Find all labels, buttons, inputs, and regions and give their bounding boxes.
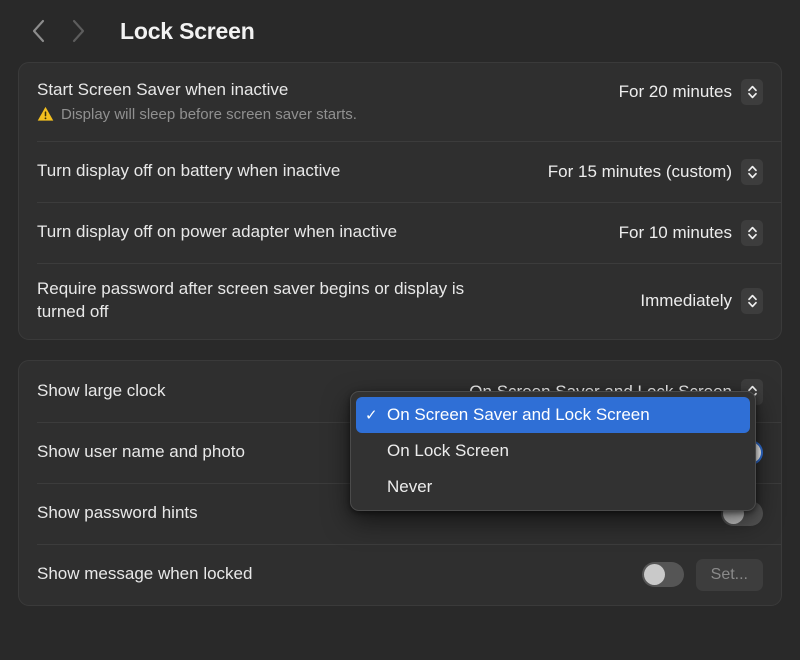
stepper-chevrons-icon (741, 288, 763, 314)
row-display-off-power-adapter: Turn display off on power adapter when i… (19, 202, 781, 263)
menu-item-on-lock-screen[interactable]: On Lock Screen (356, 433, 750, 469)
row-label: Show large clock (37, 380, 166, 403)
popup-value: For 15 minutes (custom) (548, 162, 732, 182)
toggle-knob (644, 564, 665, 585)
lock-screen-settings-pane: Lock Screen Start Screen Saver when inac… (0, 0, 800, 660)
menu-item-label: On Lock Screen (387, 441, 509, 461)
chevron-right-icon (71, 19, 86, 43)
row-label: Require password after screen saver begi… (37, 278, 497, 324)
forward-button[interactable] (58, 11, 98, 51)
row-label: Turn display off on power adapter when i… (37, 221, 397, 244)
set-message-button[interactable]: Set... (696, 559, 763, 591)
screen-saver-warning: Display will sleep before screen saver s… (37, 106, 357, 123)
message-controls: Set... (642, 559, 763, 591)
warning-text: Display will sleep before screen saver s… (61, 106, 357, 123)
back-button[interactable] (18, 11, 58, 51)
popup-value: For 10 minutes (619, 223, 732, 243)
large-clock-dropdown-menu[interactable]: ✓ On Screen Saver and Lock Screen On Loc… (350, 391, 756, 511)
stepper-chevrons-icon (741, 79, 763, 105)
popup-value: For 20 minutes (619, 82, 732, 102)
menu-item-label: Never (387, 477, 432, 497)
row-require-password: Require password after screen saver begi… (19, 263, 781, 339)
menu-item-label: On Screen Saver and Lock Screen (387, 405, 650, 425)
row-display-off-battery: Turn display off on battery when inactiv… (19, 141, 781, 202)
popup-value: Immediately (640, 291, 732, 311)
screen-saver-settings-card: Start Screen Saver when inactive Display… (18, 62, 782, 340)
row-start-screen-saver: Start Screen Saver when inactive Display… (19, 63, 781, 141)
warning-triangle-icon (37, 106, 54, 122)
stepper-chevrons-icon (741, 220, 763, 246)
row-label: Start Screen Saver when inactive (37, 79, 357, 102)
menu-item-on-screen-saver-and-lock-screen[interactable]: ✓ On Screen Saver and Lock Screen (356, 397, 750, 433)
stepper-chevrons-icon (741, 159, 763, 185)
menu-item-never[interactable]: Never (356, 469, 750, 505)
screen-saver-delay-popup[interactable]: For 20 minutes (619, 79, 763, 105)
row-label: Turn display off on battery when inactiv… (37, 160, 340, 183)
row-label: Show message when locked (37, 563, 252, 586)
show-message-toggle[interactable] (642, 562, 684, 587)
navigation-header: Lock Screen (0, 0, 800, 62)
row-show-message-when-locked: Show message when locked Set... (19, 544, 781, 605)
require-password-popup[interactable]: Immediately (640, 288, 763, 314)
power-adapter-display-off-popup[interactable]: For 10 minutes (619, 220, 763, 246)
row-label: Show password hints (37, 502, 198, 525)
checkmark-icon: ✓ (365, 406, 387, 424)
page-title: Lock Screen (120, 18, 255, 45)
battery-display-off-popup[interactable]: For 15 minutes (custom) (548, 159, 763, 185)
chevron-left-icon (31, 19, 46, 43)
row-label: Show user name and photo (37, 441, 245, 464)
